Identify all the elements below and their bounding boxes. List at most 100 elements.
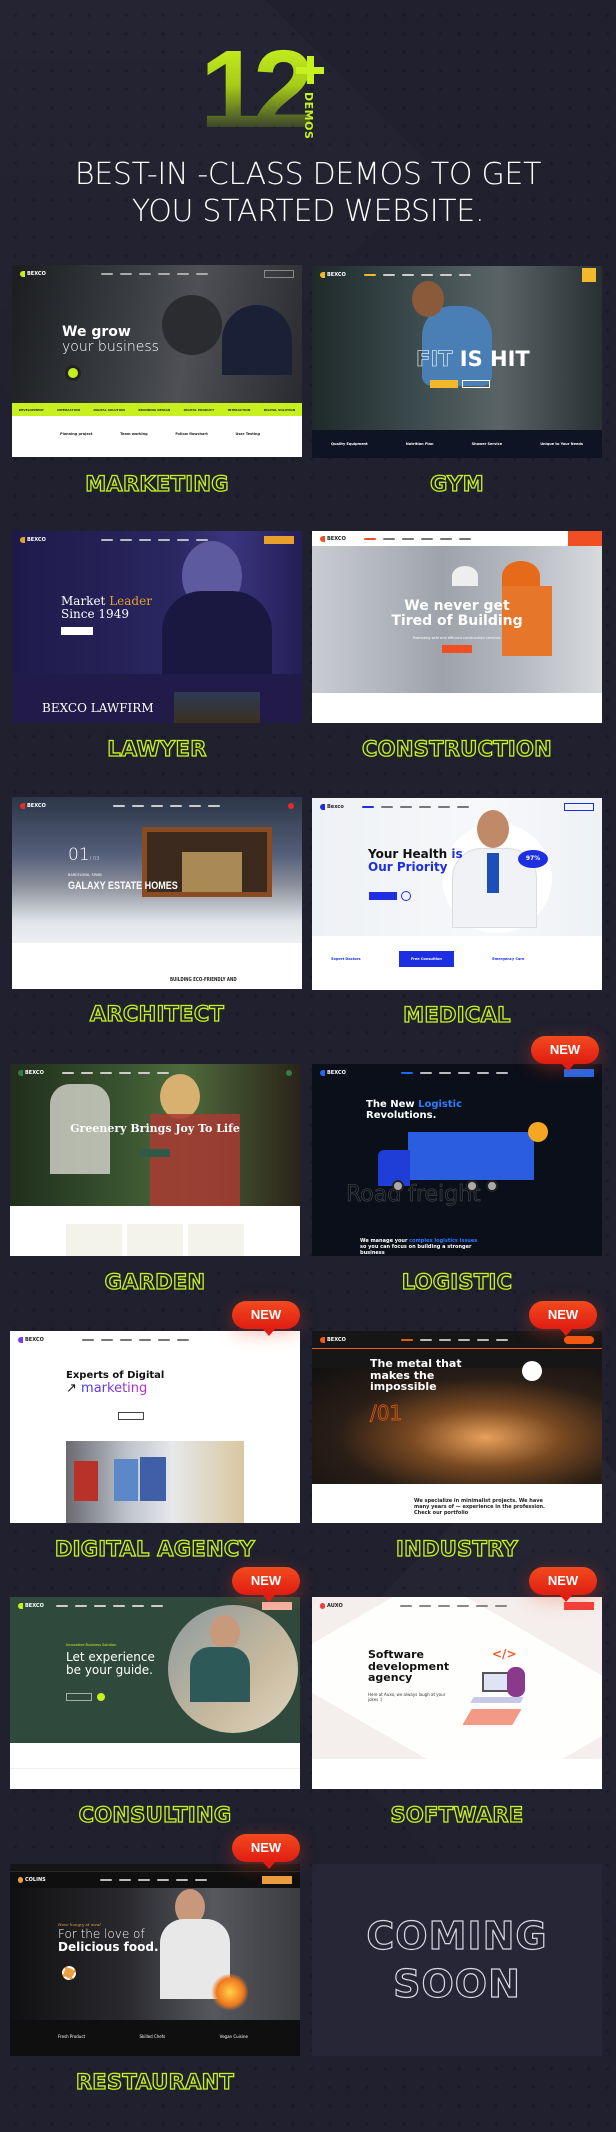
site-hero-title: Your Health is Our Priority — [368, 848, 463, 873]
headline-line-2: YOU STARTED WEBSITE. — [131, 194, 485, 229]
menu-button[interactable] — [582, 268, 596, 282]
demo-screenshot[interactable]: BEXCO FIT IS HIT Quality Equipment Nutri… — [312, 266, 602, 458]
hero-line: impossible — [370, 1380, 437, 1394]
slide-number: 01 — [68, 845, 90, 865]
demo-label: ARCHITECT — [89, 1001, 225, 1026]
site-logo: BEXCO — [25, 1337, 44, 1343]
hero-line: your business — [62, 338, 159, 355]
hero-line: be your guide. — [66, 1662, 153, 1677]
book-table-button[interactable] — [262, 1876, 292, 1884]
site-logo: Bexco — [327, 804, 344, 810]
section-title: BUILDING ECO-FRIENDLY AND — [170, 977, 237, 983]
service-card[interactable] — [66, 1224, 122, 1256]
demo-screenshot[interactable]: BEXCO Greenery Brings Joy To Life — [10, 1064, 300, 1256]
demo-label: MARKETING — [85, 471, 230, 496]
demo-label: SOFTWARE — [390, 1802, 524, 1827]
request-quote-button[interactable] — [262, 1602, 292, 1610]
hero-watermark: Road freight — [346, 1182, 481, 1208]
demo-screenshot[interactable]: BEXCO We never get Tired of Building Pro… — [312, 531, 602, 723]
site-nav: BEXCO — [10, 1064, 300, 1082]
play-video-icon[interactable] — [97, 1693, 105, 1701]
ticker-item: DIGITAL SOLUTION — [263, 407, 296, 412]
phone-icon — [288, 803, 294, 809]
discover-circle[interactable] — [522, 1361, 542, 1381]
demo-label: GYM — [429, 471, 484, 496]
request-quote-button[interactable] — [568, 531, 602, 546]
slide-number: /01 — [370, 1401, 403, 1426]
client-logos — [10, 1743, 300, 1769]
ticker-item: INTERACTION — [227, 407, 251, 412]
ticker-item: BRANDING DESIGN — [138, 407, 171, 412]
hero-kicker: Innovative Business Solution — [66, 1643, 117, 1647]
feature-title: Shower Service — [471, 442, 503, 446]
page-headline: BEST-IN -CLASS DEMOS TO GET YOU STARTED … — [0, 156, 616, 230]
ticker-item: INTERACTION — [57, 407, 80, 412]
demo-screenshot[interactable]: BEXCO 01/ 03 BARCELONA, SPAIN GALAXY EST… — [12, 797, 302, 989]
consultation-button[interactable] — [61, 627, 93, 635]
service-card[interactable] — [127, 1224, 183, 1256]
join-button[interactable] — [430, 380, 458, 388]
hero-subtitle: Promoting safe and efficient constructio… — [412, 636, 502, 640]
appointment-button[interactable] — [564, 803, 594, 811]
site-logo: COLINS — [25, 1877, 46, 1883]
hero-line: Your Health — [368, 847, 452, 861]
stat-bubble: 97% — [518, 850, 548, 868]
hero-accent: is — [451, 847, 463, 861]
slide-total: / 03 — [89, 856, 100, 862]
demo-screenshot[interactable]: BEXCO Experts of Digital ↗ marketing — [10, 1331, 300, 1523]
hero-accent: marketing — [81, 1380, 148, 1396]
discover-button[interactable] — [140, 1149, 170, 1157]
services-button[interactable] — [118, 1412, 144, 1420]
feature-title: Fresh Product — [58, 2034, 86, 2039]
new-badge: NEW — [232, 1834, 300, 1869]
demo-screenshot[interactable]: BEXCO Innovative Business Solution Let e… — [10, 1597, 300, 1789]
feature-title: Team working — [120, 432, 148, 436]
feature-title: Free Consultion — [399, 951, 454, 967]
hero-header: 12 DEMOS BEST-IN -CLASS DEMOS TO GET YOU… — [0, 0, 616, 240]
discover-button[interactable] — [66, 1693, 92, 1701]
coming-soon-line-2: SOON — [393, 1961, 521, 2006]
project-location: BARCELONA, SPAIN — [68, 873, 102, 877]
hero-line: The New — [366, 1099, 419, 1110]
site-nav: BEXCO — [12, 531, 302, 549]
demo-screenshot[interactable]: BEXCO The New Logistic Revolutions. Road… — [312, 1064, 602, 1256]
demo-screenshot[interactable]: Bexco Your Health is Our Priority 97% Ex… — [312, 798, 602, 990]
chef-image — [10, 1888, 300, 2020]
play-video-icon[interactable] — [401, 891, 411, 901]
demo-screenshot[interactable]: COLINS Have hungry at meal For the love … — [10, 1864, 300, 2056]
developer-illustration: </> — [462, 1647, 542, 1727]
new-badge: NEW — [232, 1567, 300, 1602]
demo-label: LOGISTIC — [401, 1269, 513, 1294]
hero-line: Software — [368, 1648, 424, 1661]
new-badge: NEW — [531, 1036, 599, 1071]
get-started-button[interactable] — [564, 1602, 594, 1610]
feature-title: Follow flowchart — [175, 432, 208, 436]
site-hero-title: Experts of Digital ↗ marketing — [66, 1370, 164, 1396]
feature-bar: Expert Doctors Free Consultion Emergency… — [312, 948, 602, 970]
quote-button[interactable] — [264, 536, 294, 544]
service-card[interactable] — [188, 1224, 244, 1256]
coming-soon-card: COMING SOON — [312, 1864, 602, 2056]
site-hero-title: The metal that makes the impossible — [370, 1358, 462, 1393]
demo-screenshot[interactable]: BEXCO Market Leader Since 1949 BEXCO LAW… — [12, 531, 302, 723]
feature-title: Emergency Care — [492, 957, 525, 961]
intro-paragraph: We manage your complex logistics issues … — [360, 1238, 480, 1256]
coming-soon-line-1: COMING — [366, 1913, 548, 1958]
demo-screenshot[interactable]: BEXCO The metal that makes the impossibl… — [312, 1331, 602, 1523]
learn-more-button[interactable] — [369, 892, 397, 900]
site-logo: BEXCO — [27, 803, 46, 809]
new-badge: NEW — [529, 1301, 597, 1336]
quote-button[interactable] — [564, 1335, 594, 1344]
demo-screenshot[interactable]: BEXCO We grow your business DEVELOPMENT … — [12, 265, 302, 457]
ticker-item: DIGITAL PRODUCT — [183, 407, 215, 412]
service-ticker: DEVELOPMENT INTERACTION DIGITAL SOLUTION… — [12, 403, 302, 416]
feature-title: Vegan Cuisine — [219, 2034, 248, 2039]
demo-screenshot[interactable]: AUXO Software development agency Here at… — [312, 1597, 602, 1789]
projects-button[interactable] — [442, 645, 472, 653]
site-hero-title: We grow your business — [62, 325, 159, 354]
play-badge-icon[interactable] — [62, 1966, 76, 1980]
hero-line: We never get — [404, 598, 510, 614]
demo-label: RESTAURANT — [75, 2069, 235, 2094]
explore-button[interactable] — [462, 380, 490, 388]
hero-outline-word: FIT — [416, 347, 453, 371]
